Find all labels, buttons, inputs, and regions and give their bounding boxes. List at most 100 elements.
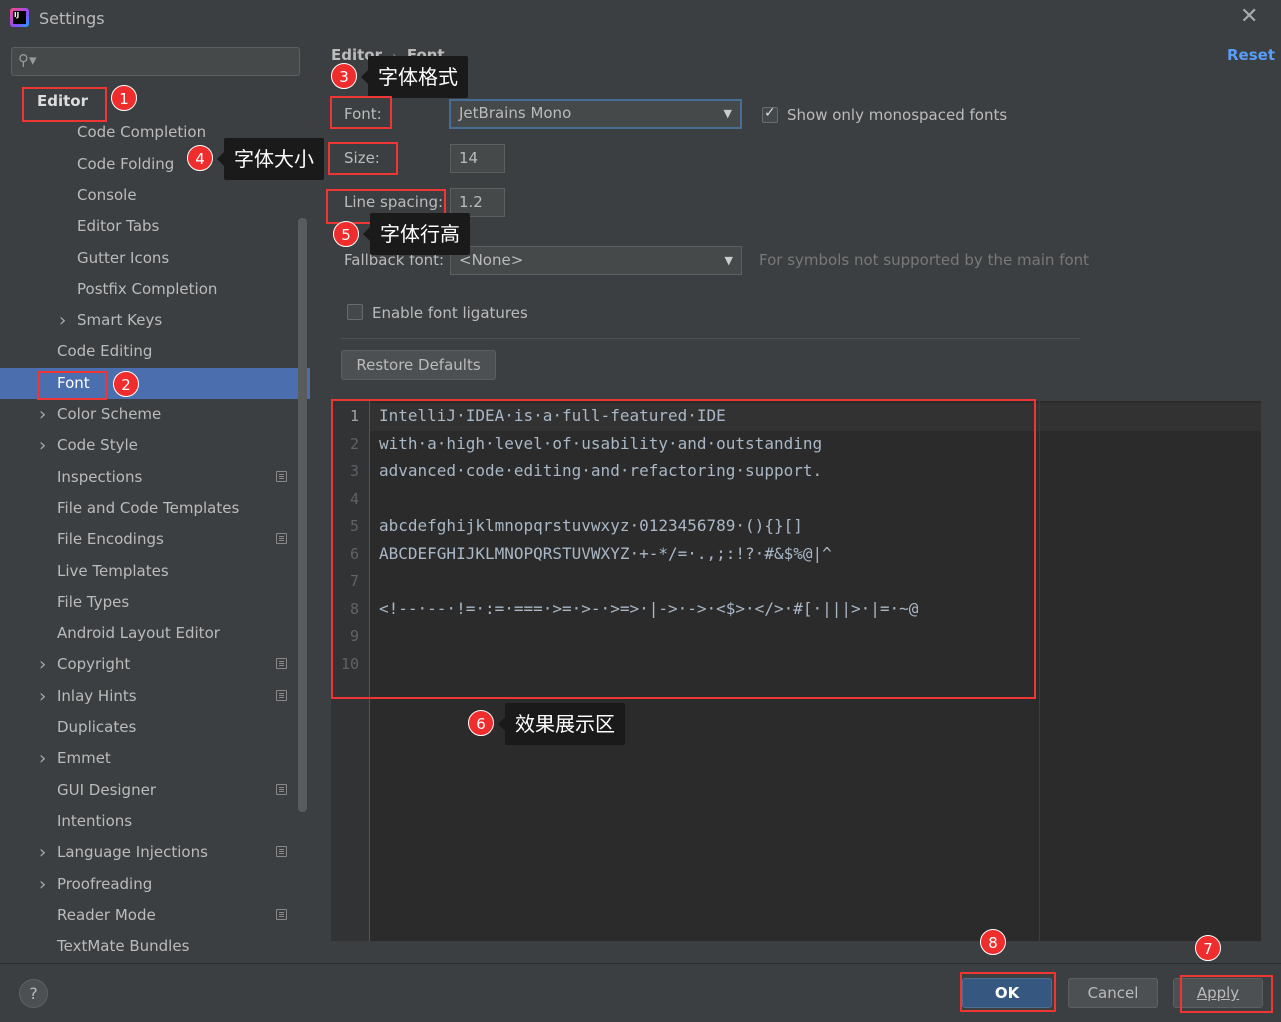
sidebar-item-inspections[interactable]: Inspections	[0, 462, 298, 493]
cancel-button[interactable]: Cancel	[1068, 978, 1158, 1008]
ligatures-checkbox[interactable]	[347, 304, 363, 320]
project-scope-icon	[276, 658, 287, 670]
annotation-number-2: 2	[113, 371, 139, 397]
help-button[interactable]: ?	[19, 979, 48, 1008]
sidebar-item-copyright[interactable]: › Copyright	[0, 649, 298, 680]
sidebar-item-textmate-bundles[interactable]: TextMate Bundles	[0, 931, 298, 962]
chevron-right-icon[interactable]: ›	[39, 430, 46, 461]
sidebar-item-label: GUI Designer	[57, 780, 156, 799]
chevron-right-icon[interactable]: ›	[39, 837, 46, 868]
project-scope-icon	[276, 783, 287, 795]
size-input[interactable]: 14	[450, 144, 505, 173]
sidebar-item-file-types[interactable]: File Types	[0, 587, 298, 618]
chevron-right-icon[interactable]: ›	[39, 869, 46, 900]
chevron-right-icon[interactable]: ›	[39, 743, 46, 774]
annotation-number-5: 5	[333, 221, 359, 247]
search-icon: ⚲▾	[18, 51, 37, 69]
sidebar-item-label: Intentions	[57, 811, 133, 830]
sidebar-item-label: Duplicates	[57, 718, 137, 736]
sidebar-item-inlay-hints[interactable]: › Inlay Hints	[0, 681, 298, 712]
sidebar-item-code-style[interactable]: › Code Style	[0, 430, 298, 461]
sidebar-item-postfix-completion[interactable]: Postfix Completion	[0, 274, 298, 305]
sidebar-item-label: File Encodings	[57, 530, 164, 549]
fallback-font-select[interactable]: <None> ▼	[450, 246, 742, 275]
mono-only-label: Show only monospaced fonts	[787, 106, 1008, 124]
sidebar-item-label: Gutter Icons	[77, 248, 170, 267]
sidebar-item-android-layout-editor[interactable]: Android Layout Editor	[0, 618, 298, 649]
sidebar-item-duplicates[interactable]: Duplicates	[0, 712, 298, 743]
annotation-box-font-label	[330, 96, 392, 129]
sidebar-item-live-templates[interactable]: Live Templates	[0, 556, 298, 587]
chevron-right-icon[interactable]: ›	[59, 305, 66, 336]
preview-code-line: IntelliJ·IDEA·is·a·full-featured·IDE	[379, 406, 726, 425]
sidebar-item-label: Inspections	[57, 467, 143, 486]
sidebar-item-language-injections[interactable]: › Language Injections	[0, 837, 298, 868]
dropdown-arrow-icon: ▼	[724, 254, 733, 267]
sidebar-item-proofreading[interactable]: › Proofreading	[0, 869, 298, 900]
sidebar-item-gutter-icons[interactable]: Gutter Icons	[0, 243, 298, 274]
sidebar-item-smart-keys[interactable]: › Smart Keys	[0, 305, 298, 336]
project-scope-icon	[276, 533, 287, 545]
sidebar-scrollbar[interactable]	[298, 218, 307, 812]
sidebar-item-reader-mode[interactable]: Reader Mode	[0, 900, 298, 931]
sidebar-item-gui-designer[interactable]: GUI Designer	[0, 775, 298, 806]
sidebar-item-console[interactable]: Console	[0, 180, 298, 211]
sidebar-item-label: Copyright	[57, 655, 131, 674]
ligatures-label: Enable font ligatures	[372, 304, 528, 322]
font-value: JetBrains Mono	[459, 104, 572, 122]
preview-code-line: <!--·--·!=·:=·===·>=·>-·>=>·|->·->·<$>·<…	[379, 598, 919, 618]
fallback-hint: For symbols not supported by the main fo…	[759, 251, 1090, 269]
sidebar-item-editor-tabs[interactable]: Editor Tabs	[0, 211, 298, 242]
reset-link[interactable]: Reset	[1227, 46, 1275, 64]
sidebar-item-file-and-code-templates[interactable]: File and Code Templates	[0, 493, 298, 524]
annotation-number-6: 6	[468, 710, 494, 736]
chevron-right-icon[interactable]: ›	[39, 399, 46, 430]
sidebar-item-label: Editor Tabs	[77, 217, 160, 236]
annotation-box-apply	[1180, 975, 1273, 1013]
annotation-number-4: 4	[187, 145, 213, 171]
annotation-callout-preview: 效果展示区	[498, 703, 625, 745]
project-scope-icon	[276, 470, 287, 482]
chevron-right-icon[interactable]: ›	[39, 649, 46, 680]
sidebar-item-color-scheme[interactable]: › Color Scheme	[0, 399, 298, 430]
sidebar-item-label: Postfix Completion	[77, 279, 218, 298]
annotation-callout-font-format: 字体格式	[361, 56, 468, 98]
restore-defaults-button[interactable]: Restore Defaults	[341, 350, 496, 380]
annotation-callout-line-height: 字体行高	[363, 213, 470, 255]
sidebar-item-label: Console	[77, 185, 137, 204]
sidebar-item-label: TextMate Bundles	[57, 937, 190, 956]
sidebar-item-code-editing[interactable]: Code Editing	[0, 336, 298, 367]
sidebar-item-label: Language Injections	[57, 843, 208, 862]
annotation-callout-font-size: 字体大小	[217, 138, 324, 180]
sidebar-item-label: Reader Mode	[57, 905, 156, 924]
sidebar-item-label: Smart Keys	[77, 311, 163, 330]
annotation-box-ok	[960, 972, 1056, 1012]
dropdown-arrow-icon: ▼	[723, 107, 732, 120]
sidebar-item-label: Proofreading	[57, 874, 153, 893]
sidebar-item-file-encodings[interactable]: File Encodings	[0, 524, 298, 555]
sidebar-item-label: Code Folding	[77, 154, 175, 173]
sidebar-item-label: Code Style	[57, 436, 138, 455]
preview-code-line: abcdefghijklmnopqrstuvwxyz·0123456789·()…	[379, 516, 803, 535]
sidebar-item-intentions[interactable]: Intentions	[0, 806, 298, 837]
sidebar-item-label: Inlay Hints	[57, 686, 137, 705]
annotation-box-font	[37, 371, 107, 400]
sidebar-item-label: Emmet	[57, 749, 111, 768]
chevron-right-icon[interactable]: ›	[39, 681, 46, 712]
sidebar-item-label: File Types	[57, 592, 130, 611]
annotation-number-1: 1	[111, 85, 137, 111]
close-icon[interactable]: ✕	[1240, 4, 1258, 29]
title-bar	[0, 0, 1281, 36]
mono-only-checkbox[interactable]	[762, 105, 778, 123]
intellij-logo-icon: IJ	[10, 8, 29, 27]
sidebar-item-label: Code Editing	[57, 342, 153, 361]
sidebar-item-label: Live Templates	[57, 561, 169, 580]
preview-code-line: advanced·code·editing·and·refactoring·su…	[379, 461, 823, 480]
font-select[interactable]: JetBrains Mono ▼	[449, 99, 742, 129]
search-input[interactable]: ⚲▾	[11, 47, 300, 76]
right-margin-guide	[1039, 401, 1040, 941]
window-title: Settings	[39, 9, 105, 28]
sidebar-item-label: File and Code Templates	[57, 498, 240, 517]
sidebar-item-emmet[interactable]: › Emmet	[0, 743, 298, 774]
project-scope-icon	[276, 689, 287, 701]
